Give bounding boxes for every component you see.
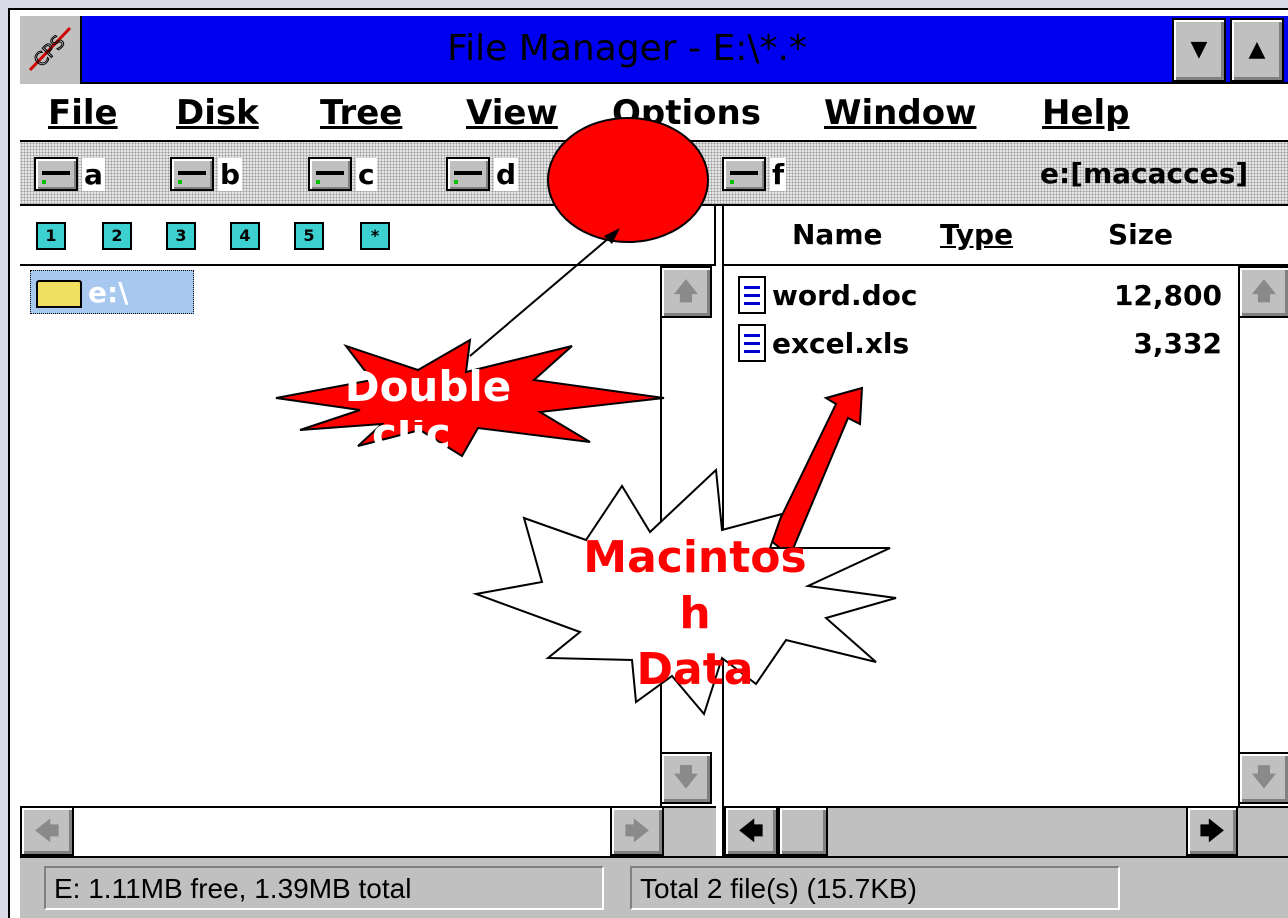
macintosh-data-label: Macintos h Data [583,532,807,695]
arrow-right-icon: 🡆 [624,817,650,845]
document-icon [738,324,766,362]
column-header-size[interactable]: Size [1108,218,1173,251]
menu-window[interactable]: Window [824,88,976,138]
column-header-type[interactable]: Type [940,218,1013,251]
tree-scroll-up-button[interactable]: 🡅 [660,266,712,318]
arrow-left-icon: 🡄 [34,817,60,845]
tree-level-2-tab[interactable]: 2 [102,222,132,250]
tree-scroll-right-button[interactable]: 🡆 [610,806,664,856]
file-name: word.doc [772,278,918,312]
drive-b-button[interactable]: b [170,154,243,194]
tree-item-label: e:\ [88,276,129,309]
drive-icon [722,157,766,191]
maximize-button[interactable]: ▲ [1230,18,1284,82]
menu-options[interactable]: Options [612,88,761,138]
tree-level-1-tab[interactable]: 1 [36,222,66,250]
drive-a-button[interactable]: a [34,154,105,194]
file-row[interactable]: word.doc 12,800 [738,272,1228,318]
tree-scroll-down-button[interactable]: 🡇 [660,752,712,804]
drive-f-button[interactable]: f [722,154,787,194]
file-vertical-scrollbar[interactable] [1238,266,1288,806]
tree-level-4-tab[interactable]: 4 [230,222,260,250]
file-scroll-right-button[interactable]: 🡆 [1186,806,1238,856]
maximize-icon: ▲ [1248,37,1266,62]
hard-drive-icon [308,157,352,191]
file-size: 12,800 [1113,278,1222,312]
status-selection-info: Total 2 file(s) (15.7KB) [630,866,1120,910]
column-header-name[interactable]: Name [792,218,883,251]
document-icon [738,276,766,314]
window-title: File Manager - E:\*.* [447,28,807,69]
tree-scroll-left-button[interactable]: 🡄 [20,806,74,856]
menu-view[interactable]: View [466,88,558,138]
tree-hscroll-track[interactable] [74,808,610,856]
floppy-drive-icon [34,157,78,191]
file-scroll-down-button[interactable]: 🡇 [1238,752,1288,804]
arrow-left-icon: 🡄 [738,817,764,845]
removable-drive-icon [585,157,629,191]
drive-d-button[interactable]: d [446,154,519,194]
cps-logo-icon: CPS [28,26,72,72]
file-scroll-up-button[interactable]: 🡅 [1238,266,1288,318]
menu-tree[interactable]: Tree [320,88,402,138]
double-click-label: Double [344,362,512,411]
open-folder-icon [36,280,82,308]
file-hscroll-thumb[interactable] [778,806,828,856]
drive-e-button[interactable]: e [580,154,659,194]
system-menu-button[interactable]: CPS [20,16,82,84]
double-click-label-cut: click [372,420,452,452]
menu-file[interactable]: File [48,88,118,138]
floppy-drive-icon [170,157,214,191]
arrow-right-icon: 🡆 [1199,817,1225,845]
drive-c-button[interactable]: c [308,154,377,194]
arrow-down-icon: 🡇 [673,763,699,791]
tree-expand-all-tab[interactable]: * [360,222,390,250]
tree-level-5-tab[interactable]: 5 [294,222,324,250]
file-scroll-left-button[interactable]: 🡄 [724,806,778,856]
tree-level-3-tab[interactable]: 3 [166,222,196,250]
minimize-icon: ▼ [1190,37,1208,62]
menu-disk[interactable]: Disk [176,88,259,138]
current-drive-label: e:[macacces] [1040,157,1249,190]
arrow-down-icon: 🡇 [1251,763,1277,791]
file-name: excel.xls [772,326,910,360]
menu-help[interactable]: Help [1042,88,1130,138]
status-drive-info: E: 1.11MB free, 1.39MB total [44,866,604,910]
file-row[interactable]: excel.xls 3,332 [738,320,1228,366]
arrow-up-icon: 🡅 [1251,277,1277,305]
hard-drive-icon [446,157,490,191]
file-size: 3,332 [1133,326,1222,360]
minimize-button[interactable]: ▼ [1172,18,1226,82]
arrow-up-icon: 🡅 [673,277,699,305]
